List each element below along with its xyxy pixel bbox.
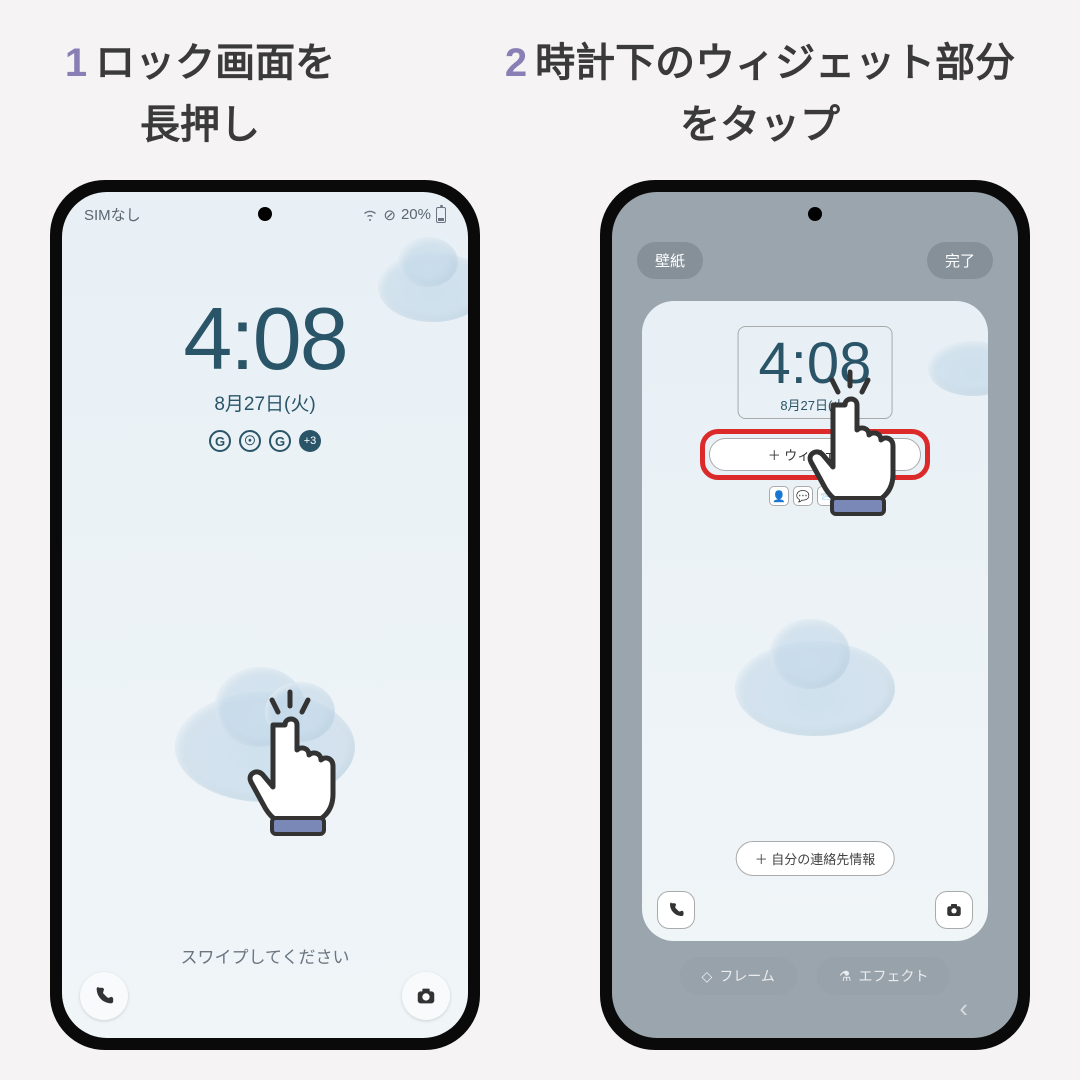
status-right: ⊘ 20% — [362, 206, 446, 224]
step-text-line1: ロック画面を — [95, 41, 335, 85]
widget-button-wrap: ＋ ウィジェット 👤 💬 📨 ▶ — [642, 429, 988, 506]
unlock-hint: スワイプしてください — [62, 943, 468, 968]
date: 8月27日(火) — [62, 389, 468, 416]
time: 4:08 — [759, 335, 872, 393]
effect-label: エフェクト — [858, 966, 928, 986]
step-text-line2: をタップ — [505, 92, 1015, 150]
wifi-icon — [362, 207, 378, 223]
editor-bottom-bar: ◇ フレーム ⚗ エフェクト — [612, 957, 1018, 995]
phone-shortcut-button[interactable] — [80, 972, 128, 1020]
frame-icon: ◇ — [702, 968, 713, 985]
decorative-cloud — [928, 341, 988, 396]
done-button[interactable]: 完了 — [927, 242, 993, 279]
phones-row: SIMなし ⊘ 20% 4:08 8月27日(火) G ☉ G +3 スワイプ — [0, 180, 1080, 1050]
phone-frame-1: SIMなし ⊘ 20% 4:08 8月27日(火) G ☉ G +3 スワイプ — [50, 180, 480, 1050]
widget-badge: ☉ — [239, 430, 261, 452]
phone-shortcut-editable[interactable] — [657, 891, 695, 929]
widget-badge: G — [209, 430, 231, 452]
sim-status: SIMなし — [84, 204, 141, 225]
widget-badge-more: +3 — [299, 430, 321, 452]
widget-slot-icon[interactable]: 👤 — [769, 486, 789, 506]
frame-button[interactable]: ◇ フレーム — [680, 957, 797, 995]
widget-badge: G — [269, 430, 291, 452]
camera-shortcut-button[interactable] — [402, 972, 450, 1020]
clock-block: 4:08 8月27日(火) G ☉ G +3 — [62, 295, 468, 452]
step-1: 1ロック画面を 長押し — [65, 30, 335, 150]
phone-icon — [93, 985, 115, 1007]
camera-shortcut-editable[interactable] — [935, 891, 973, 929]
decorative-cloud — [735, 641, 895, 736]
nav-back[interactable]: ‹ — [959, 993, 968, 1024]
add-contact-button[interactable]: ＋ 自分の連絡先情報 — [736, 841, 895, 876]
frame-label: フレーム — [719, 966, 775, 986]
effect-button[interactable]: ⚗ エフェクト — [817, 957, 951, 995]
wallpaper-button[interactable]: 壁紙 — [637, 242, 703, 279]
step-2: 2時計下のウィジェット部分 をタップ — [505, 30, 1015, 150]
step-text-line2: 長押し — [65, 92, 335, 150]
step-text-line1: 時計下のウィジェット部分 — [535, 41, 1015, 85]
date: 8月27日(火) — [759, 395, 872, 414]
camera-icon — [415, 985, 437, 1007]
widget-badges-row: G ☉ G +3 — [62, 430, 468, 452]
battery-icon — [436, 207, 446, 223]
step-number: 1 — [65, 41, 87, 85]
decorative-cloud — [175, 692, 355, 802]
lock-screen[interactable]: SIMなし ⊘ 20% 4:08 8月27日(火) G ☉ G +3 スワイプ — [62, 192, 468, 1038]
clock-editable-block[interactable]: 4:08 8月27日(火) — [738, 326, 893, 419]
steps-header: 1ロック画面を 長押し 2時計下のウィジェット部分 をタップ — [0, 0, 1080, 150]
phone-frame-2: 壁紙 完了 4:08 8月27日(火) ＋ ウィジェット 👤 💬 — [600, 180, 1030, 1050]
phone-icon — [667, 901, 685, 919]
front-camera-notch — [258, 207, 272, 221]
step-number: 2 — [505, 41, 527, 85]
highlight-box: ＋ ウィジェット — [700, 429, 930, 480]
front-camera-notch — [808, 207, 822, 221]
battery-pct: 20% — [401, 206, 431, 223]
add-widget-button[interactable]: ＋ ウィジェット — [709, 438, 921, 471]
effect-icon: ⚗ — [839, 968, 852, 985]
widget-slot-icon[interactable]: 💬 — [793, 486, 813, 506]
widget-slot-icon[interactable]: 📨 — [817, 486, 837, 506]
lock-screen-editor: 壁紙 完了 4:08 8月27日(火) ＋ ウィジェット 👤 💬 — [612, 192, 1018, 1038]
nosignal-icon: ⊘ — [383, 206, 396, 224]
editor-preview-card[interactable]: 4:08 8月27日(火) ＋ ウィジェット 👤 💬 📨 ▶ ＋ 自分の連絡先情… — [642, 301, 988, 941]
camera-icon — [945, 901, 963, 919]
widget-slot-icon[interactable]: ▶ — [841, 486, 861, 506]
widget-icon-row: 👤 💬 📨 ▶ — [642, 486, 988, 506]
